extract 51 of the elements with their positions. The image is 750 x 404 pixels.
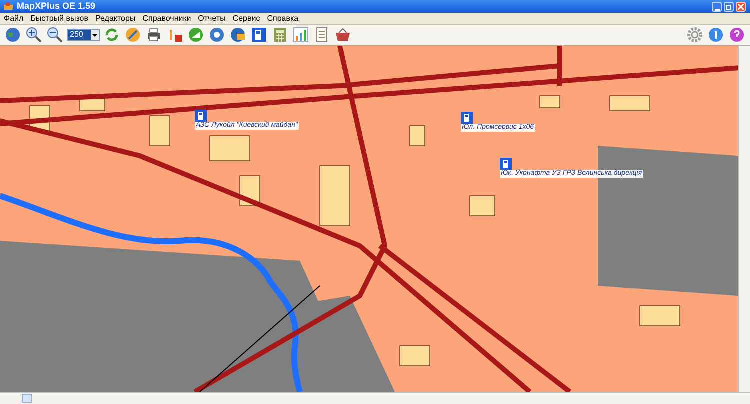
- info-button[interactable]: [707, 26, 725, 44]
- vertical-scrollbar[interactable]: [738, 46, 750, 392]
- fuel-pump-icon: [251, 27, 267, 43]
- building: [320, 166, 350, 226]
- caret-icon: [91, 30, 99, 40]
- close-icon: [738, 4, 744, 10]
- scale-dropdown[interactable]: 250: [67, 29, 100, 41]
- settings-icon: [687, 27, 703, 43]
- help-icon: [729, 27, 745, 43]
- building: [610, 96, 650, 112]
- building: [150, 116, 170, 146]
- toolbar-button[interactable]: [334, 26, 352, 44]
- basket-icon: [335, 27, 351, 43]
- fuel-station-icon[interactable]: [461, 112, 473, 124]
- menu-item[interactable]: Редакторы: [96, 14, 136, 22]
- toolbar-button[interactable]: [25, 26, 43, 44]
- menu-item[interactable]: Отчеты: [198, 14, 226, 22]
- zoom-in-icon: [26, 27, 42, 43]
- minimize-button[interactable]: [712, 2, 722, 12]
- calculator-icon: [272, 27, 288, 43]
- printer-icon: [146, 27, 162, 43]
- restore-icon: [726, 4, 732, 10]
- settings-button[interactable]: [686, 26, 704, 44]
- horizontal-scrollbar[interactable]: [0, 392, 750, 404]
- menu-item[interactable]: Справочники: [142, 14, 192, 22]
- building: [470, 196, 496, 216]
- toolbar-button[interactable]: [46, 26, 64, 44]
- minimize-icon: [714, 8, 720, 10]
- toolbar-button[interactable]: [145, 26, 163, 44]
- refresh-icon: [104, 27, 120, 43]
- scale-value: 250: [69, 31, 84, 39]
- info-icon: [708, 27, 724, 43]
- building: [640, 306, 680, 326]
- building: [210, 136, 250, 162]
- toolbar-button[interactable]: [250, 26, 268, 44]
- close-button[interactable]: [736, 2, 746, 12]
- restore-button[interactable]: [724, 2, 734, 12]
- help-button[interactable]: [728, 26, 746, 44]
- menu-item[interactable]: Сервис: [232, 14, 260, 22]
- zoom-out-icon: [47, 27, 63, 43]
- bar-chart-icon: [293, 27, 309, 43]
- building: [410, 126, 426, 146]
- fuel-station-icon[interactable]: [195, 110, 207, 122]
- app-icon: [4, 2, 13, 10]
- building: [400, 346, 430, 366]
- menu-item[interactable]: Справка: [267, 14, 299, 22]
- menu-item[interactable]: Файл: [4, 14, 24, 22]
- menu-item[interactable]: Быстрый вызов: [30, 14, 89, 22]
- window-title: MapXPlus OE 1.59: [17, 2, 96, 11]
- fuel-station-icon[interactable]: [500, 158, 512, 170]
- building: [540, 96, 560, 108]
